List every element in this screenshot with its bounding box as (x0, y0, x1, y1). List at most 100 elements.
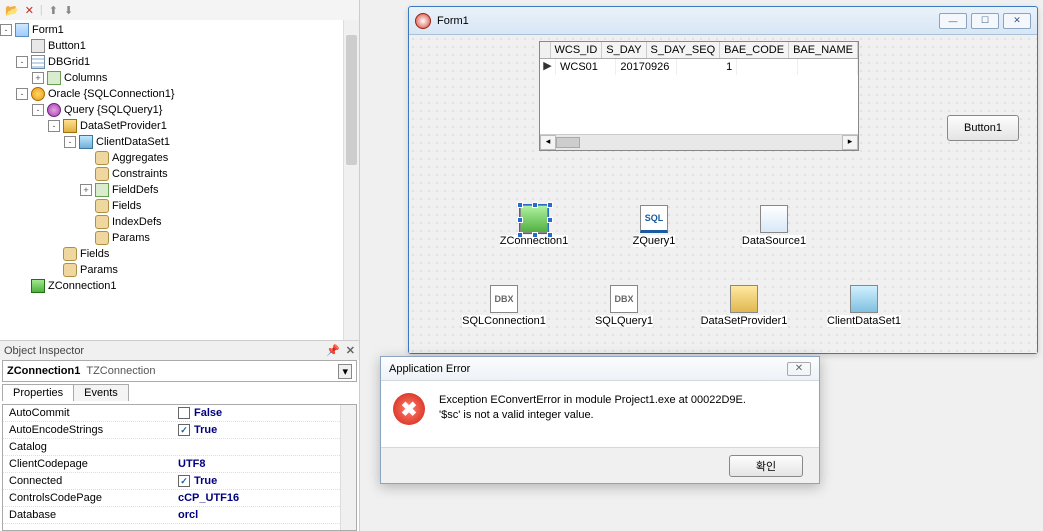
checkbox-icon[interactable]: ✓ (178, 475, 190, 487)
tree-item[interactable]: -DBGrid1 (0, 54, 359, 70)
tree-label: Aggregates (112, 152, 168, 164)
grid-cell[interactable]: 20170926 (616, 59, 676, 75)
tree-item[interactable]: Params (0, 262, 359, 278)
tree-expander[interactable]: - (32, 104, 44, 116)
grid-cell[interactable]: 1 (677, 59, 737, 75)
prop-row[interactable]: AutoCommitFalse (3, 405, 356, 422)
tree-icon (31, 39, 45, 53)
tree-expander[interactable]: - (16, 88, 28, 100)
grid-hscrollbar[interactable]: ◂▸ (540, 134, 858, 150)
tree-item[interactable]: +FieldDefs (0, 182, 359, 198)
component-sqlconnection1[interactable]: SQLConnection1 (459, 285, 549, 327)
minimize-button[interactable]: — (939, 13, 967, 29)
grid-column-header[interactable]: S_DAY (602, 42, 646, 58)
close-icon[interactable]: ✕ (346, 344, 355, 357)
prop-row[interactable]: Connected✓True (3, 473, 356, 490)
component-label: DataSetProvider1 (701, 315, 788, 327)
props-scrollbar[interactable] (340, 405, 356, 530)
tree-label: Fields (80, 248, 109, 260)
tree-item[interactable]: - Query {SQLQuery1} (0, 102, 359, 118)
component-zquery1[interactable]: ZQuery1 (609, 205, 699, 247)
tree-item[interactable]: Constraints (0, 166, 359, 182)
component-sqlquery1[interactable]: SQLQuery1 (579, 285, 669, 327)
open-icon[interactable]: 📂 (5, 4, 19, 17)
component-zconnection1[interactable]: ZConnection1 (489, 205, 579, 247)
close-button[interactable]: ✕ (1003, 13, 1031, 29)
tree-icon (31, 87, 45, 101)
grid-column-header[interactable]: WCS_ID (551, 42, 603, 58)
tab-properties[interactable]: Properties (2, 384, 74, 401)
checkbox-icon[interactable]: ✓ (178, 424, 190, 436)
grid-cell[interactable] (798, 59, 858, 75)
ok-button[interactable]: 확인 (729, 455, 803, 477)
tree-expander[interactable]: - (0, 24, 12, 36)
tree-expander[interactable]: - (16, 56, 28, 68)
inspector-title: Object Inspector (4, 345, 326, 357)
tree-expander[interactable]: - (64, 136, 76, 148)
tree-icon (47, 71, 61, 85)
component-icon (730, 285, 758, 313)
tree-label: Oracle {SQLConnection1} (48, 88, 175, 100)
tree-item[interactable]: Fields (0, 246, 359, 262)
tree-label: Form1 (32, 24, 64, 36)
up-icon[interactable]: ⬆ (49, 4, 58, 17)
grid-column-header[interactable]: S_DAY_SEQ (647, 42, 721, 58)
tree-item[interactable]: Params (0, 230, 359, 246)
prop-row[interactable]: ControlsCodePagecCP_UTF16 (3, 490, 356, 507)
component-icon (490, 285, 518, 313)
prop-row[interactable]: AutoEncodeStrings✓True (3, 422, 356, 439)
prop-row[interactable]: Databaseorcl (3, 507, 356, 524)
form-designer[interactable]: Form1 — ☐ ✕ WCS_IDS_DAYS_DAY_SEQBAE_CODE… (408, 6, 1038, 354)
button1[interactable]: Button1 (947, 115, 1019, 141)
component-label: SQLQuery1 (595, 315, 653, 327)
tree-icon (63, 263, 77, 277)
tree-item[interactable]: Aggregates (0, 150, 359, 166)
prop-row[interactable]: ClientCodepageUTF8 (3, 456, 356, 473)
dbgrid[interactable]: WCS_IDS_DAYS_DAY_SEQBAE_CODEBAE_NAME ▶WC… (539, 41, 859, 151)
inspector-object-selector[interactable]: ZConnection1 TZConnection ▾ (2, 360, 357, 382)
tree-expander[interactable]: + (32, 72, 44, 84)
tree-item[interactable]: +Columns (0, 70, 359, 86)
tree-label: Constraints (112, 168, 168, 180)
tree-item[interactable]: -DataSetProvider1 (0, 118, 359, 134)
grid-row[interactable]: ▶WCS01201709261 (540, 59, 858, 75)
component-label: ClientDataSet1 (827, 315, 901, 327)
tree-icon (31, 55, 45, 69)
component-clientdataset1[interactable]: ClientDataSet1 (819, 285, 909, 327)
dialog-close-icon[interactable]: ✕ (787, 362, 811, 376)
tree-icon (63, 247, 77, 261)
grid-cell[interactable] (737, 59, 797, 75)
tree-scrollbar[interactable] (343, 20, 359, 340)
pin-icon[interactable]: 📌 (326, 344, 340, 357)
grid-cell[interactable]: WCS01 (556, 59, 616, 75)
prop-row[interactable]: Catalog (3, 439, 356, 456)
component-datasource1[interactable]: DataSource1 (729, 205, 819, 247)
tree-item[interactable]: - Form1 (0, 22, 359, 38)
chevron-down-icon[interactable]: ▾ (338, 364, 352, 379)
tree-icon (31, 279, 45, 293)
tree-icon (15, 23, 29, 37)
down-icon[interactable]: ⬇ (64, 4, 73, 17)
delete-icon[interactable]: ✕ (25, 4, 34, 17)
tree-item[interactable]: ZConnection1 (0, 278, 359, 294)
grid-column-header[interactable]: BAE_CODE (720, 42, 789, 58)
grid-column-header[interactable]: BAE_NAME (789, 42, 858, 58)
tree-expander[interactable]: + (80, 184, 92, 196)
tree-item[interactable]: -ClientDataSet1 (0, 134, 359, 150)
checkbox-icon[interactable] (178, 407, 190, 419)
tree-label: Query {SQLQuery1} (64, 104, 162, 116)
tree-item[interactable]: - Oracle {SQLConnection1} (0, 86, 359, 102)
form-title: Form1 (437, 15, 469, 27)
component-datasetprovider1[interactable]: DataSetProvider1 (699, 285, 789, 327)
tree-item[interactable]: IndexDefs (0, 214, 359, 230)
tree-item[interactable]: Button1 (0, 38, 359, 54)
tab-events[interactable]: Events (73, 384, 129, 401)
tree-expander[interactable]: - (48, 120, 60, 132)
maximize-button[interactable]: ☐ (971, 13, 999, 29)
tree-icon (63, 119, 77, 133)
error-dialog: Application Error ✕ ✖ Exception EConvert… (380, 356, 820, 484)
tree-item[interactable]: Fields (0, 198, 359, 214)
component-icon (520, 205, 548, 233)
dialog-title: Application Error (389, 363, 470, 375)
app-icon (415, 13, 431, 29)
